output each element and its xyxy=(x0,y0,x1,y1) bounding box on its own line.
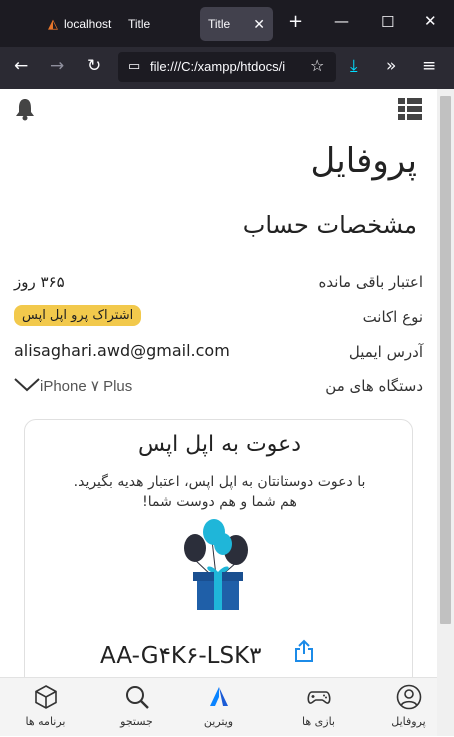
xampp-icon: ◭ xyxy=(48,16,58,31)
close-tab-icon[interactable]: ✕ xyxy=(253,16,265,33)
user-circle-icon xyxy=(396,684,422,710)
nav-profile[interactable]: پروفایل xyxy=(365,678,452,737)
grid-menu-icon[interactable] xyxy=(398,98,422,120)
scrollbar-thumb[interactable] xyxy=(440,96,451,624)
browser-tab-localhost[interactable]: ◭ localhost xyxy=(40,7,115,41)
invite-description: با دعوت دوستانتان به اپل اپس، اعتبار هدی… xyxy=(73,474,366,510)
page-file-icon: ▭ xyxy=(128,58,141,73)
invite-code: AA-G۴K۶-LSK۳ xyxy=(100,643,262,669)
invite-title: دعوت به اپل اپس xyxy=(137,432,302,457)
forward-icon[interactable]: → xyxy=(50,56,64,76)
nav-apps[interactable]: برنامه ها xyxy=(2,678,89,737)
email-label: آدرس ایمیل xyxy=(348,343,423,361)
search-icon xyxy=(126,686,149,709)
gift-balloons-illustration xyxy=(184,519,248,610)
maximize-icon[interactable]: ☐ xyxy=(381,13,394,31)
chevron-down-icon xyxy=(14,378,40,392)
remaining-credit-label: اعتبار باقی مانده xyxy=(318,273,423,291)
showcase-logo-icon xyxy=(210,687,228,706)
bookmark-star-icon[interactable]: ☆ xyxy=(310,56,324,75)
page-viewport: پروفایل مشخصات حساب اعتبار باقی مانده ۳۶… xyxy=(0,89,437,736)
browser-tab-title-active[interactable]: Title ✕ xyxy=(200,7,273,41)
remaining-credit-value: ۳۶۵ روز xyxy=(14,273,65,291)
download-icon[interactable]: ⤓ xyxy=(350,56,358,76)
overflow-chevron-icon[interactable]: » xyxy=(386,56,396,76)
account-type-badge: اشتراک پرو اپل اپس xyxy=(14,305,142,326)
cube-icon xyxy=(35,685,57,709)
reload-icon[interactable]: ↻ xyxy=(87,56,101,76)
email-value: alisaghari.awd@gmail.com xyxy=(14,341,230,360)
bell-icon[interactable] xyxy=(14,97,36,121)
account-type-label: نوع اکانت xyxy=(362,308,423,326)
gamepad-icon xyxy=(307,691,331,704)
new-tab-icon[interactable]: + xyxy=(288,11,303,32)
nav-games[interactable]: بازی ها xyxy=(275,678,362,737)
back-icon[interactable]: ← xyxy=(14,56,28,76)
page-title: پروفایل xyxy=(310,141,417,181)
bottom-navigation: پروفایل بازی ها ویترین جستجو برنامه ها xyxy=(0,677,437,736)
browser-tab-title[interactable]: Title xyxy=(120,7,195,41)
nav-search[interactable]: جستجو xyxy=(93,678,180,737)
share-icon[interactable] xyxy=(294,639,314,663)
device-name: iPhone ۷ Plus xyxy=(40,378,133,395)
url-field[interactable]: ▭ file:///C:/xampp/htdocs/i xyxy=(118,52,336,82)
menu-icon[interactable]: ≡ xyxy=(422,56,436,76)
nav-showcase[interactable]: ویترین xyxy=(175,678,262,737)
section-subtitle: مشخصات حساب xyxy=(242,211,417,239)
my-devices-label: دستگاه های من xyxy=(325,377,423,395)
close-window-icon[interactable]: ✕ xyxy=(424,12,437,30)
minimize-icon[interactable]: — xyxy=(334,12,349,30)
